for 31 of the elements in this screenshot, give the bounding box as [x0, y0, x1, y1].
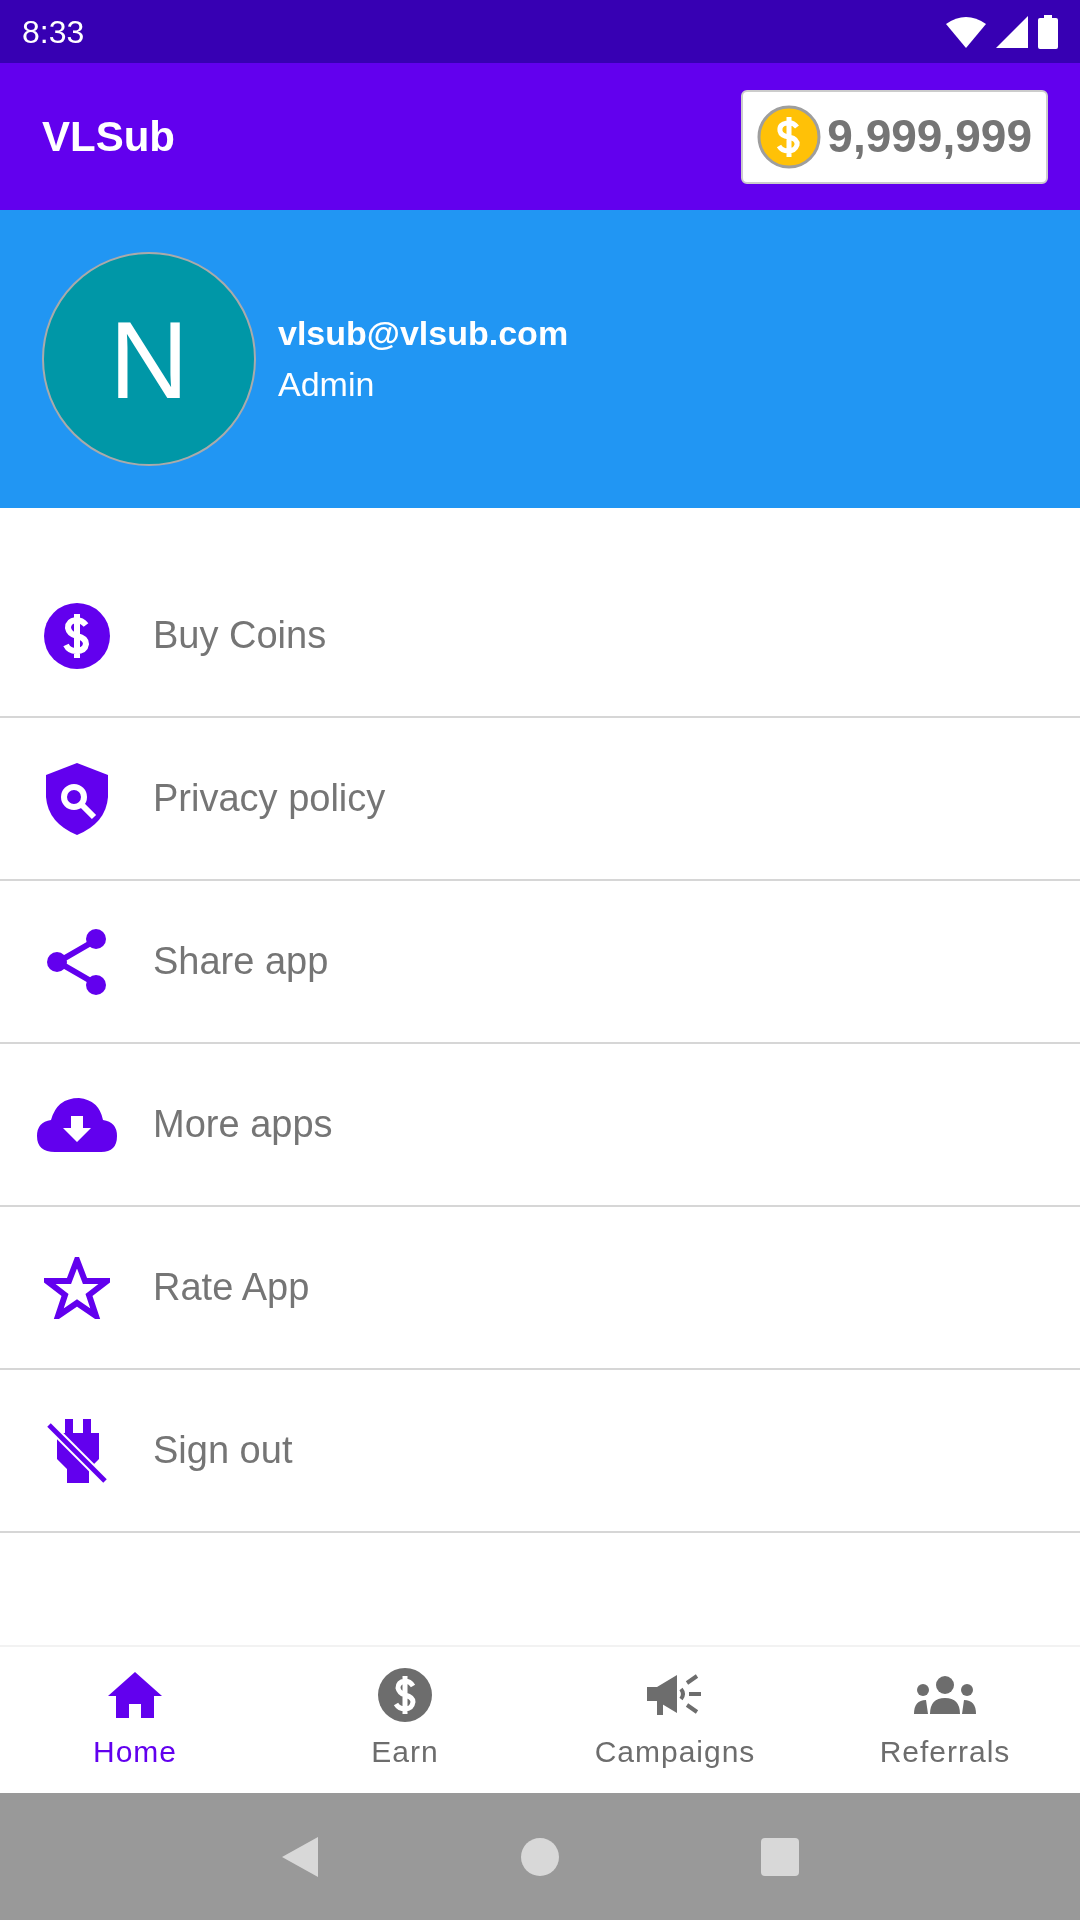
menu-item[interactable]: More apps	[0, 1044, 1080, 1207]
menu-item[interactable]: Sign out	[0, 1370, 1080, 1533]
menu-item[interactable]: Privacy policy	[0, 718, 1080, 881]
menu-item[interactable]: Rate App	[0, 1207, 1080, 1370]
back-icon[interactable]	[280, 1834, 320, 1879]
nav-tab[interactable]: Campaigns	[540, 1647, 810, 1793]
coin-count: 9,999,999	[827, 109, 1032, 164]
star-icon	[43, 1256, 110, 1319]
nav-tab[interactable]: Home	[0, 1647, 270, 1793]
battery-icon	[1038, 14, 1058, 49]
share-icon	[45, 928, 108, 995]
avatar: N	[42, 252, 256, 466]
dollar-icon	[43, 602, 110, 669]
nav-tab[interactable]: Referrals	[810, 1647, 1080, 1793]
user-role: Admin	[278, 364, 376, 405]
shield-search-icon	[45, 762, 108, 835]
menu-item[interactable]: Share app	[0, 881, 1080, 1044]
menu-item[interactable]: Buy Coins	[0, 555, 1080, 718]
nav-tab[interactable]: Earn	[270, 1647, 540, 1793]
signal-icon	[996, 15, 1028, 48]
wifi-icon	[946, 15, 986, 48]
app-title: VLSub	[42, 112, 175, 162]
status-time: 8:33	[22, 12, 85, 52]
user-email: vlsub@vlsub.com	[278, 313, 569, 354]
coin-icon	[757, 104, 822, 169]
dollar-icon	[378, 1666, 432, 1723]
coin-balance[interactable]: 9,999,999	[741, 89, 1048, 184]
home-button-icon[interactable]	[520, 1836, 560, 1877]
recents-icon[interactable]	[760, 1836, 800, 1877]
unplugged-icon	[46, 1418, 107, 1483]
cloud-download-icon	[36, 1097, 117, 1152]
